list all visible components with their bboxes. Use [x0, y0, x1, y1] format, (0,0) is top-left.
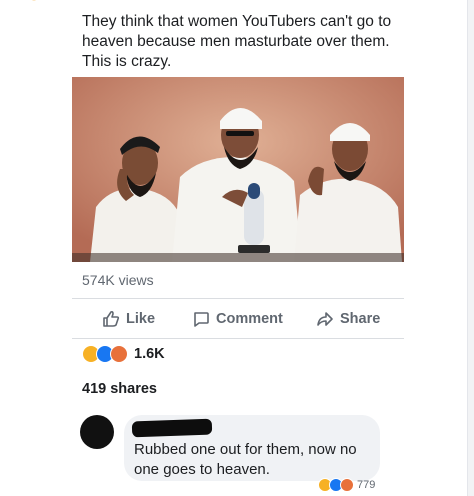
post-text: They think that women YouTubers can't go… — [82, 13, 392, 70]
thumbs-up-icon — [103, 310, 120, 327]
share-arrow-icon — [317, 312, 333, 326]
feed-background-edge — [468, 0, 474, 496]
divider-bottom — [72, 338, 404, 339]
video-scene-illustration — [72, 77, 404, 262]
angry-icon — [110, 345, 128, 363]
commenter-avatar[interactable] — [80, 415, 114, 449]
comment-icon — [194, 312, 209, 327]
share-button[interactable]: Share — [316, 306, 380, 332]
redacted-commenter-name — [131, 418, 213, 438]
comment-text: Rubbed one out for them, now no one goes… — [134, 441, 357, 478]
comment-reaction-summary[interactable]: 779 — [318, 478, 375, 492]
reaction-summary[interactable]: 1.6K — [82, 345, 165, 363]
profile-ring-icon — [32, 0, 36, 1]
comment-button[interactable]: Comment — [192, 306, 283, 332]
share-label: Share — [340, 311, 381, 327]
like-label: Like — [126, 311, 156, 327]
like-button[interactable]: Like — [102, 306, 155, 332]
angry-icon — [340, 478, 354, 492]
reaction-count: 1.6K — [134, 346, 165, 362]
divider-top — [72, 298, 404, 299]
video-thumbnail[interactable] — [72, 77, 404, 262]
video-views: 574K views — [82, 272, 154, 288]
comment-reaction-count: 779 — [357, 479, 376, 491]
share-count[interactable]: 419 shares — [82, 381, 157, 397]
action-bar: Like Comment Share — [72, 306, 404, 332]
comment-label: Comment — [216, 311, 283, 327]
